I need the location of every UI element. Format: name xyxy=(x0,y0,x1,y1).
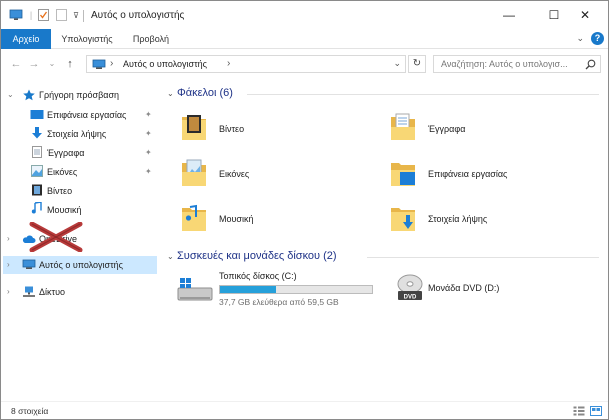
large-icons-view-icon[interactable] xyxy=(590,406,602,416)
drive-label: Μονάδα DVD (D:) xyxy=(428,283,500,293)
drive-free-space: 37,7 GB ελεύθερα από 59,5 GB xyxy=(219,297,339,307)
divider xyxy=(247,94,599,95)
tab-view[interactable]: Προβολή xyxy=(125,29,177,49)
sidebar-item-label: Γρήγορη πρόσβαση xyxy=(39,90,120,100)
folder-label: Επιφάνεια εργασίας xyxy=(428,169,508,179)
up-button[interactable]: ↑ xyxy=(63,57,77,71)
video-folder-icon xyxy=(182,115,206,140)
minimize-button[interactable]: — xyxy=(486,1,532,29)
expand-chevron-icon[interactable]: › xyxy=(7,287,10,296)
sidebar-item-network[interactable]: › Δίκτυο xyxy=(1,283,161,301)
status-bar: 8 στοιχεία xyxy=(1,401,608,419)
hard-drive-icon xyxy=(177,278,213,301)
ribbon: Αρχείο Υπολογιστής Προβολή ⌄ ? xyxy=(1,29,608,49)
drive-usage-bar xyxy=(219,285,373,294)
documents-folder-icon xyxy=(391,113,415,140)
sidebar-item-label: Εικόνες xyxy=(47,167,78,177)
music-folder-icon xyxy=(182,204,206,231)
devices-group-header[interactable]: Συσκευές και μονάδες δίσκου (2) xyxy=(177,250,337,262)
star-icon xyxy=(23,89,35,101)
breadcrumb-arrow[interactable]: › xyxy=(227,58,230,69)
expand-chevron-icon[interactable]: ⌄ xyxy=(7,90,14,99)
dvd-badge: DVD xyxy=(404,295,417,301)
desktop-icon xyxy=(30,110,44,119)
folder-label: Εικόνες xyxy=(219,169,250,179)
pin-icon[interactable]: ✦ xyxy=(145,167,152,176)
back-button[interactable]: ← xyxy=(9,57,23,71)
dvd-drive-icon: DVD xyxy=(397,274,423,301)
separator: | xyxy=(29,10,33,20)
documents-icon xyxy=(32,146,42,158)
customize-toolbar-icon[interactable]: ⊽ xyxy=(71,8,81,22)
sidebar-item-videos[interactable]: Βίντεο xyxy=(1,182,161,200)
breadcrumb-separator[interactable]: › xyxy=(110,58,113,69)
forward-button[interactable]: → xyxy=(27,57,41,71)
downloads-folder-icon xyxy=(391,208,415,231)
music-icon xyxy=(31,202,42,214)
sidebar-item-music[interactable]: Μουσική xyxy=(1,201,161,219)
sidebar-item-label: Επιφάνεια εργασίας xyxy=(47,110,127,120)
folder-label: Στοιχεία λήψης xyxy=(428,214,488,224)
sidebar-item-documents[interactable]: Έγγραφα ✦ xyxy=(1,144,161,162)
pin-icon[interactable]: ✦ xyxy=(145,110,152,119)
sidebar-item-label: Μουσική xyxy=(47,205,82,215)
cross-out-icon xyxy=(29,222,83,252)
sidebar-item-label: Στοιχεία λήψης xyxy=(47,129,107,139)
pictures-folder-icon xyxy=(182,159,206,186)
address-bar[interactable]: › Αυτός ο υπολογιστής › ⌄ xyxy=(86,55,406,73)
refresh-button[interactable]: ↻ xyxy=(408,55,426,73)
download-icon xyxy=(32,127,42,139)
item-count: 8 στοιχεία xyxy=(11,406,49,416)
divider xyxy=(83,10,84,22)
sidebar-item-label: Βίντεο xyxy=(47,186,73,196)
sidebar-item-quick-access[interactable]: ⌄ Γρήγορη πρόσβαση xyxy=(1,86,161,104)
sidebar-item-label: Έγγραφα xyxy=(47,148,85,158)
sidebar-item-label: Αυτός ο υπολογιστής xyxy=(39,260,123,270)
search-input[interactable]: Αναζήτηση: Αυτός ο υπολογισ... xyxy=(441,59,568,69)
expand-chevron-icon[interactable]: › xyxy=(7,260,10,269)
search-icon[interactable] xyxy=(585,59,596,70)
window-title: Αυτός ο υπολογιστής xyxy=(91,10,185,21)
collapse-group-icon[interactable]: ⌄ xyxy=(167,89,174,98)
collapse-group-icon[interactable]: ⌄ xyxy=(167,252,174,261)
navigation-pane: ⌄ Γρήγορη πρόσβαση Επιφάνεια εργασίας ✦ … xyxy=(1,80,163,398)
computer-icon xyxy=(92,59,106,69)
search-box[interactable]: Αναζήτηση: Αυτός ο υπολογισ... xyxy=(433,55,601,73)
address-dropdown-icon[interactable]: ⌄ xyxy=(393,58,401,69)
computer-icon[interactable] xyxy=(8,8,24,22)
folders-group-header[interactable]: Φάκελοι (6) xyxy=(177,87,233,99)
properties-icon[interactable] xyxy=(36,8,50,22)
sidebar-item-desktop[interactable]: Επιφάνεια εργασίας ✦ xyxy=(1,106,161,124)
folder-label: Έγγραφα xyxy=(428,124,466,134)
pin-icon[interactable]: ✦ xyxy=(145,129,152,138)
explorer-window: | ⊽ Αυτός ο υπολογιστής — ☐ ✕ Αρχείο Υπο… xyxy=(0,0,609,420)
video-icon xyxy=(32,184,42,196)
recent-locations-button[interactable]: ⌄ xyxy=(45,57,59,71)
drive-label: Τοπικός δίσκος (C:) xyxy=(219,271,297,281)
tab-file[interactable]: Αρχείο xyxy=(1,29,51,49)
computer-icon xyxy=(22,259,36,269)
pictures-icon xyxy=(31,165,43,177)
desktop-folder-icon xyxy=(391,163,415,186)
drive-usage-fill xyxy=(220,286,276,293)
folder-label: Μουσική xyxy=(219,214,254,224)
sidebar-item-pictures[interactable]: Εικόνες ✦ xyxy=(1,163,161,181)
breadcrumb[interactable]: Αυτός ο υπολογιστής xyxy=(123,59,207,69)
network-icon xyxy=(23,286,35,297)
close-button[interactable]: ✕ xyxy=(562,1,608,29)
pin-icon[interactable]: ✦ xyxy=(145,148,152,157)
title-bar: | ⊽ Αυτός ο υπολογιστής — ☐ ✕ xyxy=(1,1,608,29)
tab-computer[interactable]: Υπολογιστής xyxy=(55,29,119,49)
divider xyxy=(367,257,599,258)
details-view-icon[interactable] xyxy=(573,406,585,416)
help-icon[interactable]: ? xyxy=(591,32,604,45)
expand-chevron-icon[interactable]: › xyxy=(7,234,10,243)
new-folder-icon[interactable] xyxy=(54,8,68,22)
folder-label: Βίντεο xyxy=(219,124,245,134)
ribbon-expand-icon[interactable]: ⌄ xyxy=(576,33,584,44)
sidebar-item-label: Δίκτυο xyxy=(39,287,65,297)
sidebar-item-downloads[interactable]: Στοιχεία λήψης ✦ xyxy=(1,125,161,143)
sidebar-item-this-pc[interactable]: › Αυτός ο υπολογιστής xyxy=(3,256,157,274)
